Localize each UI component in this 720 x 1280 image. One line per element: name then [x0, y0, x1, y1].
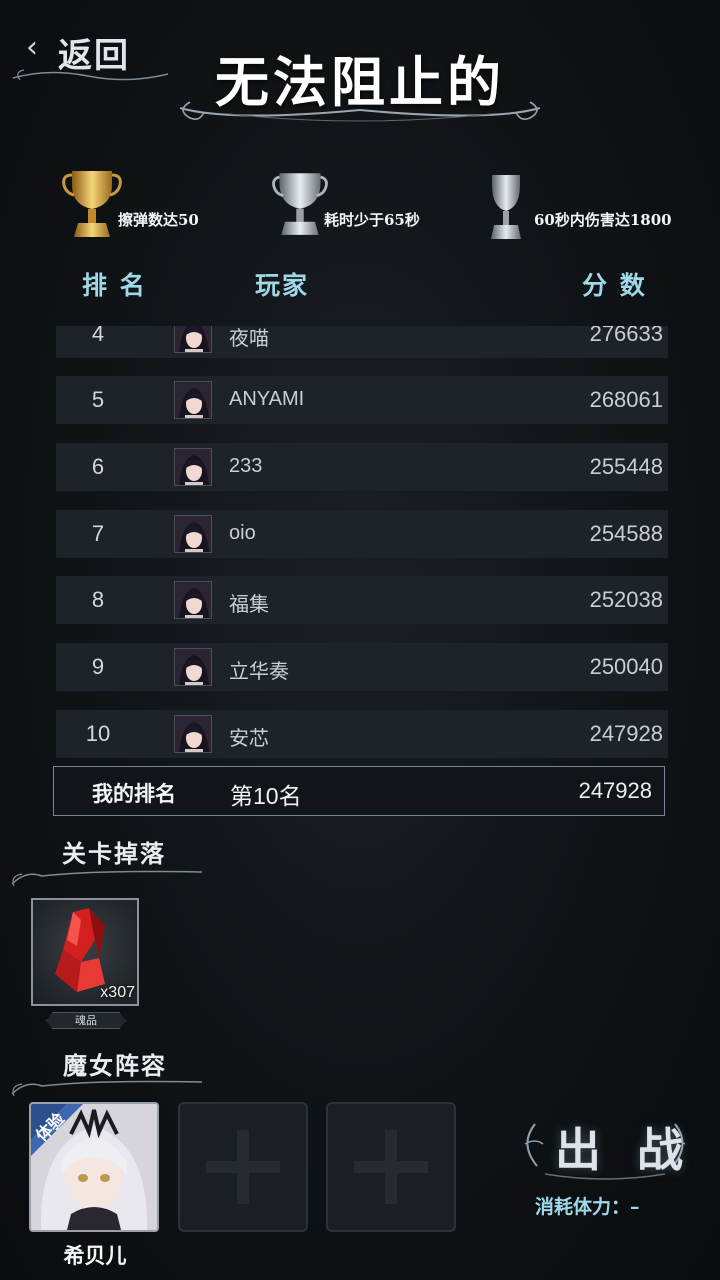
- plus-icon: [354, 1130, 428, 1204]
- score-cell: 268061: [589, 387, 663, 412]
- my-rank-score: 247928: [578, 778, 652, 803]
- score-cell: 252038: [589, 587, 663, 612]
- score-cell: 276633: [589, 326, 663, 346]
- silver-trophy-icon: [491, 175, 521, 239]
- player-name: 福集: [229, 594, 269, 616]
- rank-cell: 8: [91, 587, 105, 612]
- column-header-score: 分 数: [582, 271, 647, 300]
- plus-icon: [206, 1130, 280, 1204]
- gold-trophy-icon: [62, 171, 122, 237]
- title-ornament-icon: [179, 101, 541, 122]
- avatar: [174, 648, 212, 686]
- trophy-achievement-2: 耗时少于65秒: [272, 165, 452, 245]
- avatar: [174, 381, 212, 419]
- player-name: 安芯: [229, 728, 269, 750]
- drop-quantity: x307: [100, 984, 135, 1001]
- avatar: [174, 715, 212, 753]
- avatar: [174, 326, 212, 353]
- leaderboard-list[interactable]: 4 夜喵 276633 5 ANYAMI 268061 6 233 255448…: [56, 326, 668, 762]
- player-name: oio: [229, 522, 256, 544]
- table-row: 8 福集 252038: [56, 576, 668, 624]
- rank-cell: 7: [91, 521, 105, 546]
- battle-button[interactable]: 出 战: [515, 1104, 695, 1184]
- drop-item-name: 魂品: [46, 1012, 126, 1029]
- section-ornament-icon: [11, 1080, 203, 1097]
- table-row: 10 安芯 247928: [56, 710, 668, 758]
- player-name: 夜喵: [229, 328, 269, 350]
- chevron-left-icon: ‹: [26, 30, 38, 65]
- player-name: 立华奏: [229, 661, 289, 683]
- team-slot-3[interactable]: [326, 1102, 456, 1232]
- column-header-player: 玩家: [255, 271, 310, 300]
- rank-cell: 4: [91, 326, 105, 346]
- score-cell: 254588: [589, 521, 663, 546]
- table-row: 6 233 255448: [56, 443, 668, 491]
- silver-trophy-icon: [272, 173, 328, 235]
- score-cell: 247928: [589, 721, 663, 746]
- score-cell: 255448: [589, 454, 663, 479]
- column-header-rank: 排 名: [82, 271, 147, 300]
- avatar: [174, 448, 212, 486]
- drop-item-slot[interactable]: x307: [31, 898, 139, 1006]
- battle-label: 出 战: [555, 1123, 694, 1177]
- team-member-name: 希贝儿: [63, 1243, 127, 1268]
- trophy-label: 60秒内伤害达1800: [534, 211, 672, 229]
- team-slot-1[interactable]: 体验: [29, 1102, 159, 1232]
- player-name: 233: [229, 455, 263, 477]
- player-name: ANYAMI: [229, 388, 305, 410]
- rank-cell: 6: [91, 454, 105, 479]
- my-rank-position: 第10名: [230, 783, 302, 809]
- trophy-achievement-1: 擦弹数达50: [62, 165, 222, 245]
- ornament-icon: [12, 69, 169, 81]
- rank-cell: 10: [85, 721, 111, 746]
- trophy-label: 擦弹数达50: [118, 211, 199, 229]
- avatar: [174, 515, 212, 553]
- table-row: 9 立华奏 250040: [56, 643, 668, 691]
- trophy-achievement-3: 60秒内伤害达1800: [484, 165, 694, 245]
- table-row: 4 夜喵 276633: [56, 326, 668, 358]
- rank-cell: 5: [91, 387, 105, 412]
- stamina-cost: 消耗体力：–: [535, 1196, 640, 1218]
- my-rank-label: 我的排名: [92, 781, 176, 806]
- table-row: 5 ANYAMI 268061: [56, 376, 668, 424]
- my-rank-row: 我的排名 第10名 247928: [53, 766, 665, 816]
- team-slot-2[interactable]: [178, 1102, 308, 1232]
- rank-cell: 9: [91, 654, 105, 679]
- avatar: [174, 581, 212, 619]
- table-row: 7 oio 254588: [56, 510, 668, 558]
- section-ornament-icon: [11, 870, 203, 887]
- back-button[interactable]: ‹ 返回: [12, 22, 169, 81]
- score-cell: 250040: [589, 654, 663, 679]
- trophy-label: 耗时少于65秒: [324, 211, 420, 229]
